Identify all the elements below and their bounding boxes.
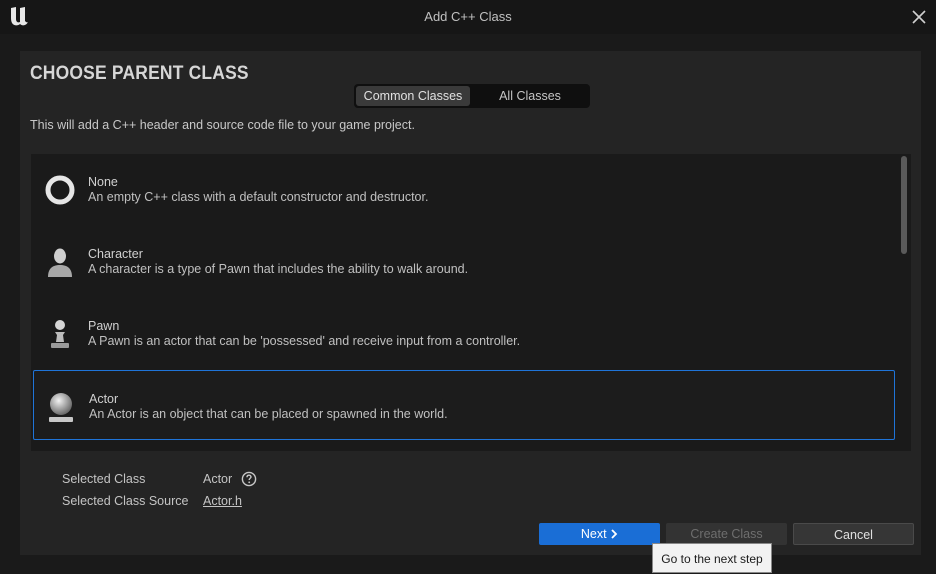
class-item-actor[interactable]: Actor An Actor is an object that can be …	[33, 370, 895, 440]
class-list-scrollbar[interactable]	[901, 156, 907, 254]
class-name: Pawn	[88, 319, 120, 333]
create-class-button[interactable]: Create Class	[666, 523, 787, 545]
class-description: A character is a type of Pawn that inclu…	[88, 262, 469, 276]
title-bar: Add C++ Class	[0, 0, 936, 34]
character-icon	[48, 248, 72, 277]
chevron-right-icon	[611, 529, 618, 539]
actor-sphere-icon	[49, 393, 73, 422]
description-text: This will add a C++ header and source co…	[30, 118, 415, 132]
selected-class-label: Selected Class	[62, 472, 146, 486]
class-description: A Pawn is an actor that can be 'possesse…	[88, 334, 521, 348]
next-button-label: Next	[580, 527, 607, 541]
class-list: None An empty C++ class with a default c…	[31, 154, 911, 451]
ring-icon	[45, 175, 75, 205]
class-name: Character	[88, 247, 143, 261]
class-name: Actor	[89, 392, 119, 406]
next-step-tooltip: Go to the next step	[652, 543, 772, 573]
selected-class-source-link[interactable]: Actor.h	[203, 494, 242, 508]
tab-common-classes[interactable]: Common Classes	[356, 86, 470, 106]
selected-class-source-label: Selected Class Source	[62, 494, 189, 508]
class-description: An empty C++ class with a default constr…	[88, 190, 429, 204]
class-name: None	[88, 175, 118, 189]
window-title: Add C++ Class	[424, 9, 512, 24]
close-icon[interactable]	[908, 6, 930, 28]
tab-all-classes[interactable]: All Classes	[472, 86, 588, 106]
next-button[interactable]: Next	[539, 523, 660, 545]
main-panel: CHOOSE PARENT CLASS Common Classes All C…	[20, 51, 921, 555]
help-icon[interactable]	[241, 471, 257, 487]
cancel-button[interactable]: Cancel	[793, 523, 914, 545]
pawn-icon	[51, 320, 69, 348]
class-item-character[interactable]: Character A character is a type of Pawn …	[33, 226, 895, 296]
page-title: CHOOSE PARENT CLASS	[30, 63, 249, 84]
selected-class-value: Actor	[203, 472, 233, 486]
class-filter-tabs: Common Classes All Classes	[354, 84, 590, 108]
class-description: An Actor is an object that can be placed…	[89, 407, 448, 421]
class-item-pawn[interactable]: Pawn A Pawn is an actor that can be 'pos…	[33, 298, 895, 368]
class-item-none[interactable]: None An empty C++ class with a default c…	[33, 154, 895, 224]
